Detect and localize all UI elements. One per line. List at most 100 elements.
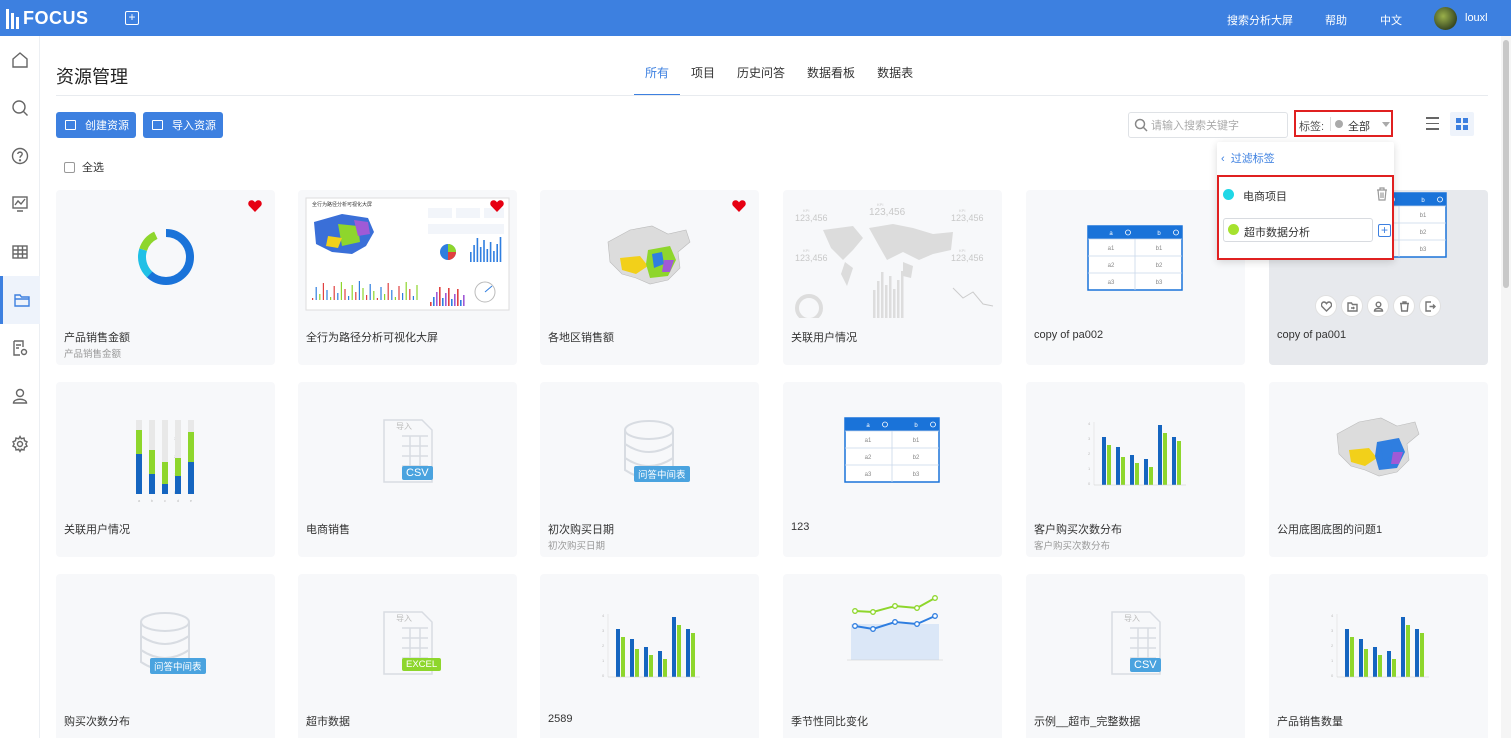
tab-all[interactable]: 所有	[634, 56, 681, 96]
favorite-icon[interactable]	[1315, 295, 1337, 317]
svg-text:0: 0	[1331, 673, 1334, 678]
tag-list: 电商项目 超市数据分析 +	[1217, 175, 1394, 260]
resource-card[interactable]: 问答中间表 购买次数分布	[56, 574, 275, 738]
tab-datatables[interactable]: 数据表	[866, 56, 924, 96]
new-tab-icon[interactable]: +	[125, 11, 139, 25]
top-bar: FOCUS + 搜索分析大屏 帮助 中文 louxl	[0, 0, 1511, 36]
svg-text:导入: 导入	[1124, 614, 1140, 623]
sidebar-item-table[interactable]	[0, 228, 40, 276]
language-link[interactable]: 中文	[1380, 12, 1402, 28]
svg-text:b2: b2	[1420, 230, 1427, 236]
search-dashboard-link[interactable]: 搜索分析大屏	[1227, 12, 1293, 28]
tag-filter-select[interactable]: 标签: 全部	[1294, 110, 1393, 137]
card-title: 季节性同比变化	[791, 716, 868, 728]
sidebar-item-user[interactable]	[0, 372, 40, 420]
resource-card[interactable]: 公用底图底图的问题1	[1269, 382, 1488, 557]
csv-thumbnail: 导入	[1026, 574, 1245, 702]
sidebar-item-data-settings[interactable]	[0, 324, 40, 372]
svg-text:123,456: 123,456	[951, 253, 984, 263]
resource-card[interactable]: 产品销售金额 产品销售金额	[56, 190, 275, 365]
help-link[interactable]: 帮助	[1325, 12, 1347, 28]
svg-text:a3: a3	[865, 472, 872, 478]
resource-card[interactable]: 导入 CSV 示例__超市_完整数据	[1026, 574, 1245, 738]
add-tag-icon[interactable]: +	[1378, 224, 1391, 237]
resource-card[interactable]: 各地区销售额	[540, 190, 759, 365]
focus-logo[interactable]: FOCUS	[6, 8, 89, 29]
tab-projects[interactable]: 项目	[680, 56, 726, 96]
file-type-badge: EXCEL	[402, 658, 442, 671]
svg-text:b3: b3	[1420, 247, 1427, 253]
svg-text:b3: b3	[1156, 280, 1163, 286]
search-input[interactable]	[1151, 117, 1281, 134]
china-map-blue-thumbnail	[1269, 382, 1488, 510]
list-view-icon[interactable]	[1426, 117, 1439, 130]
filter-tag-back[interactable]: ‹ 过滤标签	[1221, 150, 1275, 166]
tab-dashboards[interactable]: 数据看板	[796, 56, 866, 96]
share-user-icon[interactable]	[1367, 295, 1389, 317]
resource-card[interactable]: 问答中间表 初次购买日期 初次购买日期	[540, 382, 759, 557]
settings-doc-icon	[13, 340, 28, 356]
select-all[interactable]: 全选	[64, 159, 104, 175]
resource-card[interactable]: a b a1 b1 a2 b2 a3 b3 123	[783, 382, 1002, 557]
search-icon	[12, 100, 28, 116]
card-title: copy of pa002	[1034, 329, 1104, 341]
resource-card[interactable]: 0123abcde关联用户情况	[56, 382, 275, 557]
donut-thumbnail	[56, 190, 275, 318]
svg-text:1: 1	[602, 658, 605, 663]
svg-text:1: 1	[1088, 466, 1091, 471]
tag-item-supermarket[interactable]: 超市数据分析	[1223, 218, 1373, 242]
sidebar-item-resources[interactable]	[0, 276, 40, 324]
svg-text:0: 0	[1088, 481, 1091, 486]
avatar[interactable]	[1434, 7, 1457, 30]
tag-filter-dropdown: ‹ 过滤标签 电商项目 超市数据分析 +	[1217, 142, 1394, 260]
favorite-heart-icon[interactable]	[248, 200, 262, 212]
card-title: 电商销售	[306, 524, 350, 536]
svg-text:b1: b1	[1156, 246, 1163, 252]
tag-color-dot	[1228, 224, 1239, 235]
svg-text:b1: b1	[913, 438, 920, 444]
select-all-checkbox[interactable]	[64, 161, 75, 173]
svg-text:2: 2	[602, 643, 605, 648]
resource-card[interactable]: 导入 EXCEL 超市数据	[298, 574, 517, 738]
resource-card[interactable]: a b a1 b1 a2 b2 a3 b3 copy of pa002	[1026, 190, 1245, 365]
card-title: 各地区销售额	[548, 332, 614, 344]
sidebar-item-help[interactable]	[0, 132, 40, 180]
sidebar-item-settings[interactable]	[0, 420, 40, 468]
resource-card[interactable]: 全行为路径分析可视化大屏 全行为路径分析可视化大屏	[298, 190, 517, 365]
db-thumbnail	[56, 574, 275, 702]
import-resource-button[interactable]: 导入资源	[143, 112, 223, 138]
resource-card[interactable]: 导入 CSV 电商销售	[298, 382, 517, 557]
grid-view-icon[interactable]	[1450, 112, 1474, 136]
resource-card[interactable]: 0 1 2 3 4 客户购买次数分布 客户购买次数分布	[1026, 382, 1245, 557]
create-resource-button[interactable]: 创建资源	[56, 112, 136, 138]
resource-card[interactable]: 0 1 2 3 4 产品销售数量	[1269, 574, 1488, 738]
sidebar-item-dashboard[interactable]	[0, 180, 40, 228]
sidebar-item-home[interactable]	[0, 36, 40, 84]
svg-text:3: 3	[1331, 628, 1334, 633]
trash-icon[interactable]	[1376, 187, 1390, 201]
resource-card[interactable]: KPI 123,456 KPI 123,456 KPI 123,456 KPI 123,456…	[783, 190, 1002, 365]
svg-text:b: b	[151, 498, 154, 503]
favorite-heart-icon[interactable]	[732, 200, 746, 212]
home-icon	[12, 52, 28, 68]
card-title: 示例__超市_完整数据	[1034, 716, 1141, 728]
resource-card[interactable]: 0 1 2 3 4 2589	[540, 574, 759, 738]
user-name[interactable]: louxl	[1465, 12, 1488, 24]
favorite-heart-icon[interactable]	[490, 200, 504, 212]
tag-value: 全部	[1348, 121, 1370, 133]
sidebar-item-search[interactable]	[0, 84, 40, 132]
svg-text:b3: b3	[913, 472, 920, 478]
svg-text:2: 2	[1088, 451, 1091, 456]
card-title: 初次购买日期	[548, 524, 614, 536]
svg-text:123,456: 123,456	[795, 213, 828, 223]
delete-icon[interactable]	[1393, 295, 1415, 317]
scrollbar[interactable]	[1501, 36, 1511, 738]
tab-history-qa[interactable]: 历史问答	[726, 56, 796, 96]
bar-thumbnail: 0 1 2 3 4	[1026, 382, 1245, 510]
resource-card[interactable]: 季节性同比变化	[783, 574, 1002, 738]
export-icon[interactable]	[1419, 295, 1441, 317]
card-subtitle: 客户购买次数分布	[1034, 541, 1111, 552]
tag-item-ecommerce[interactable]: 电商项目	[1223, 186, 1388, 206]
scroll-thumb[interactable]	[1503, 40, 1509, 288]
move-to-folder-icon[interactable]	[1341, 295, 1363, 317]
